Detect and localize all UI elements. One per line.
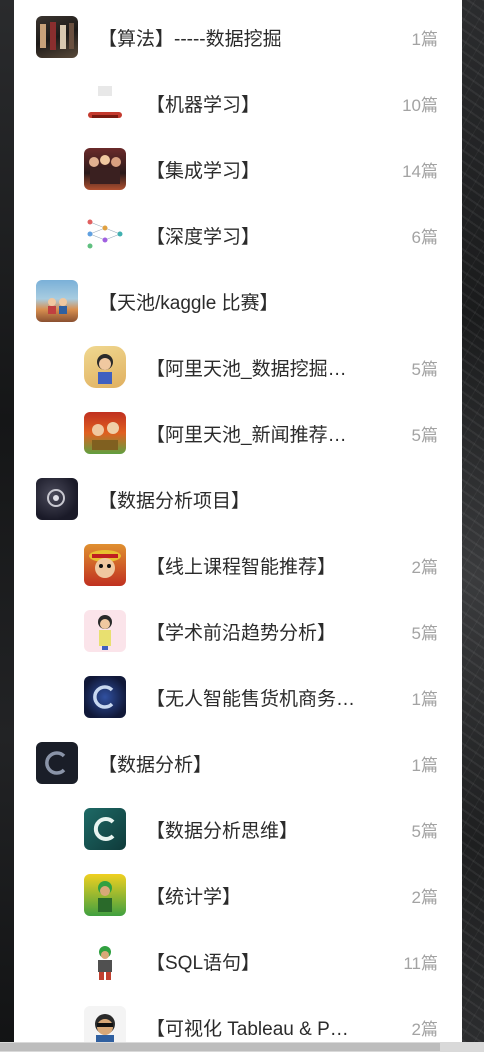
category-label: 【阿里天池_数据挖掘…: [146, 358, 347, 380]
article-count: 1篇: [411, 755, 438, 775]
category-thumbnail: [36, 16, 78, 58]
category-label: 【数据分析项目】: [98, 490, 251, 512]
category-thumbnail: [84, 808, 126, 850]
horizontal-scrollbar[interactable]: [0, 1042, 484, 1052]
category-label: 【统计学】: [146, 886, 242, 908]
category-item-academic-trend-analysis[interactable]: 【学术前沿趋势分析】 5篇: [14, 598, 462, 664]
category-thumbnail: [84, 676, 126, 718]
category-label: 【无人智能售货机商务…: [146, 688, 356, 710]
category-item-data-analysis-projects[interactable]: 【数据分析项目】: [14, 466, 462, 532]
category-item-deep-learning[interactable]: 【深度学习】 6篇: [14, 202, 462, 268]
category-label: 【数据分析思维】: [146, 820, 299, 842]
category-label: 【SQL语句】: [146, 952, 261, 974]
category-item-visualization[interactable]: 【可视化 Tableau & P… 2篇: [14, 994, 462, 1042]
category-item-data-analysis[interactable]: 【数据分析】 1篇: [14, 730, 462, 796]
background-texture-right: [462, 0, 484, 1052]
category-label: 【集成学习】: [146, 160, 261, 182]
scrollbar-thumb[interactable]: [0, 1043, 440, 1051]
category-label: 【深度学习】: [146, 226, 261, 248]
category-item-algorithm[interactable]: 【算法】-----数据挖掘 1篇: [14, 4, 462, 70]
category-label: 【算法】-----数据挖掘: [98, 28, 282, 50]
category-thumbnail: [84, 1006, 126, 1042]
article-count: 2篇: [411, 887, 438, 907]
article-count: 1篇: [411, 29, 438, 49]
category-item-vending-machine[interactable]: 【无人智能售货机商务… 1篇: [14, 664, 462, 730]
article-count: 11篇: [403, 953, 438, 973]
category-item-data-analysis-thinking[interactable]: 【数据分析思维】 5篇: [14, 796, 462, 862]
category-thumbnail: [84, 412, 126, 454]
article-count: 1篇: [411, 689, 438, 709]
category-item-online-course-recommend[interactable]: 【线上课程智能推荐】 2篇: [14, 532, 462, 598]
article-count: 5篇: [411, 359, 438, 379]
category-thumbnail: [84, 214, 126, 256]
article-count: 2篇: [411, 557, 438, 577]
category-item-ensemble-learning[interactable]: 【集成学习】 14篇: [14, 136, 462, 202]
article-count: 10篇: [402, 95, 438, 115]
category-thumbnail: [84, 610, 126, 652]
category-thumbnail: [84, 148, 126, 190]
article-count: 2篇: [411, 1019, 438, 1039]
article-count: 5篇: [411, 821, 438, 841]
category-item-statistics[interactable]: 【统计学】 2篇: [14, 862, 462, 928]
category-thumbnail: [36, 280, 78, 322]
category-list-panel: 【算法】-----数据挖掘 1篇 【机器学习】 10篇 【集成学习】 14篇 【…: [14, 0, 462, 1042]
article-count: 5篇: [411, 425, 438, 445]
article-count: 14篇: [402, 161, 438, 181]
category-thumbnail: [84, 940, 126, 982]
category-label: 【可视化 Tableau & P…: [146, 1018, 349, 1040]
category-item-tianchi-news-recommend[interactable]: 【阿里天池_新闻推荐… 5篇: [14, 400, 462, 466]
category-label: 【线上课程智能推荐】: [146, 556, 337, 578]
article-count: 6篇: [411, 227, 438, 247]
category-item-machine-learning[interactable]: 【机器学习】 10篇: [14, 70, 462, 136]
category-thumbnail: [84, 874, 126, 916]
category-label: 【机器学习】: [146, 94, 261, 116]
category-thumbnail: [36, 478, 78, 520]
category-thumbnail: [36, 742, 78, 784]
article-count: 5篇: [411, 623, 438, 643]
category-item-tianchi-kaggle[interactable]: 【天池/kaggle 比赛】: [14, 268, 462, 334]
category-label: 【数据分析】: [98, 754, 213, 776]
category-item-sql[interactable]: 【SQL语句】 11篇: [14, 928, 462, 994]
category-label: 【天池/kaggle 比赛】: [98, 292, 279, 314]
category-item-tianchi-data-mining[interactable]: 【阿里天池_数据挖掘… 5篇: [14, 334, 462, 400]
category-label: 【阿里天池_新闻推荐…: [146, 424, 347, 446]
category-thumbnail: [84, 82, 126, 124]
category-thumbnail: [84, 346, 126, 388]
category-label: 【学术前沿趋势分析】: [146, 622, 337, 644]
category-thumbnail: [84, 544, 126, 586]
background-texture-left: [0, 0, 14, 1052]
